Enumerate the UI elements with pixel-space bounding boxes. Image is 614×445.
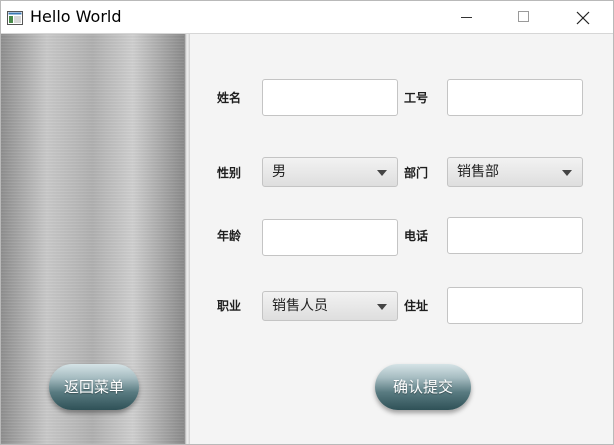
maximize-icon [518, 11, 529, 22]
submit-button[interactable]: 确认提交 [375, 364, 471, 410]
occupation-label: 职业 [217, 299, 242, 313]
chevron-down-icon [377, 304, 387, 310]
gender-select[interactable]: 男 [262, 157, 398, 187]
department-selected-value: 销售部 [457, 164, 499, 180]
occupation-select[interactable]: 销售人员 [262, 291, 398, 321]
back-to-menu-button[interactable]: 返回菜单 [49, 364, 139, 410]
title-bar[interactable]: Hello World [1, 1, 613, 34]
name-input[interactable] [262, 79, 398, 116]
age-label: 年龄 [217, 229, 242, 243]
app-window: Hello World 返回菜单 姓名 工号 性别 男 部门 销售部 年龄 电话… [0, 0, 614, 445]
phone-label: 电话 [404, 229, 429, 243]
app-icon [7, 10, 23, 25]
chevron-down-icon [562, 170, 572, 176]
address-label: 住址 [404, 299, 429, 313]
window-title: Hello World [30, 7, 122, 26]
department-select[interactable]: 销售部 [447, 157, 583, 187]
close-icon [576, 11, 590, 25]
maximize-button[interactable] [501, 1, 547, 33]
gender-label: 性别 [217, 166, 242, 180]
gender-selected-value: 男 [272, 164, 286, 180]
phone-input[interactable] [447, 217, 583, 254]
age-input[interactable] [262, 219, 398, 256]
department-label: 部门 [404, 166, 429, 180]
minimize-button[interactable] [444, 1, 490, 33]
address-input[interactable] [447, 287, 583, 324]
close-button[interactable] [559, 1, 605, 33]
chevron-down-icon [377, 170, 387, 176]
employee-id-input[interactable] [447, 79, 583, 116]
occupation-selected-value: 销售人员 [272, 298, 328, 314]
name-label: 姓名 [217, 91, 242, 105]
minimize-icon [461, 17, 472, 18]
employee-id-label: 工号 [404, 91, 429, 105]
